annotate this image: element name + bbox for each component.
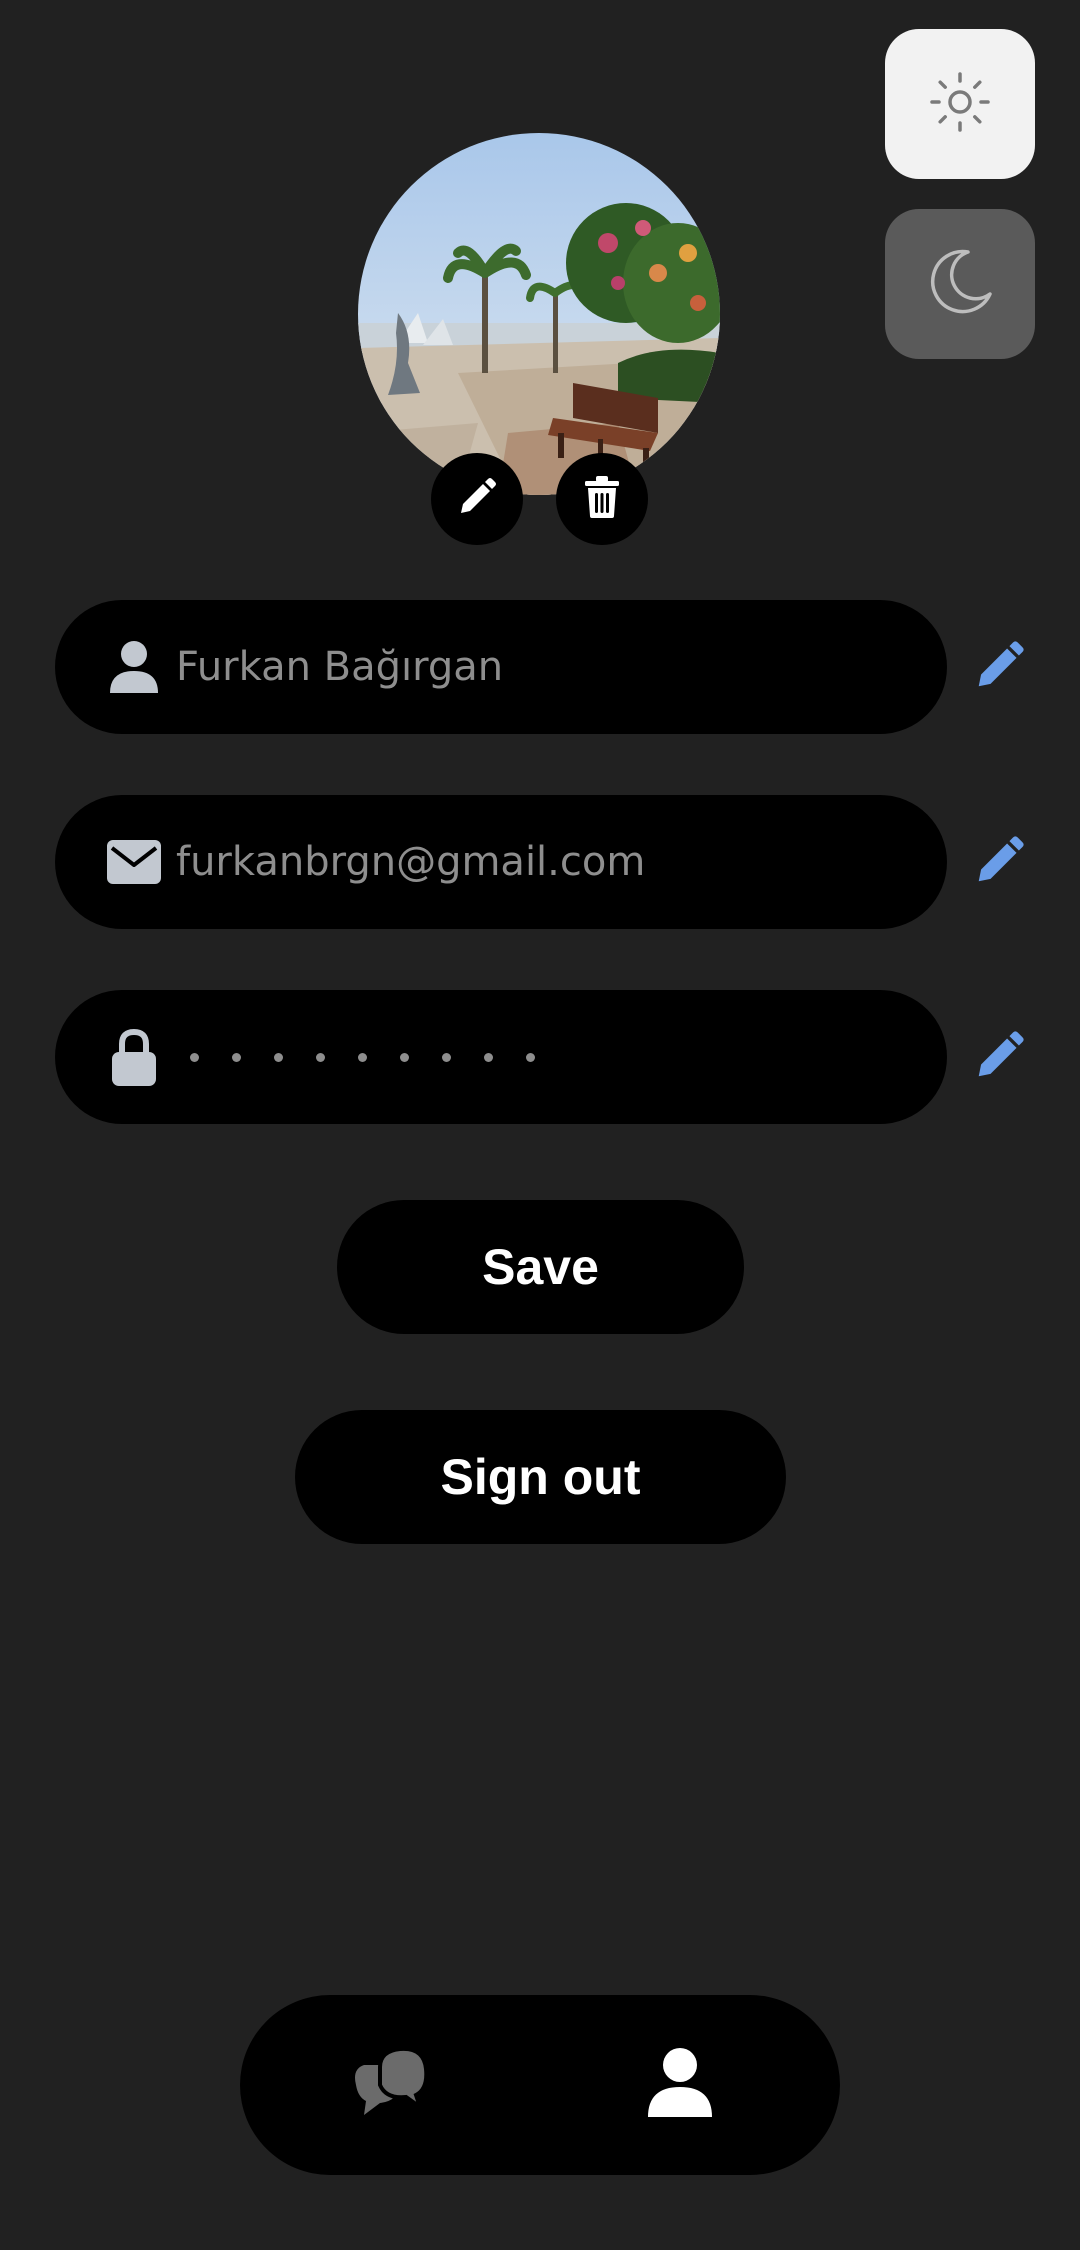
delete-photo-button[interactable] xyxy=(556,453,648,545)
name-field[interactable]: Furkan Bağırgan xyxy=(55,600,947,734)
password-dot xyxy=(316,1052,325,1062)
edit-name-button[interactable] xyxy=(972,639,1028,695)
nav-profile-tab[interactable] xyxy=(630,2035,730,2135)
pencil-icon xyxy=(974,1029,1026,1085)
password-dot xyxy=(484,1052,493,1062)
sign-out-button[interactable]: Sign out xyxy=(295,1410,786,1544)
password-field[interactable] xyxy=(55,990,947,1124)
profile-avatar xyxy=(358,133,720,495)
password-dot xyxy=(358,1052,367,1062)
password-dot xyxy=(274,1052,283,1062)
password-dot xyxy=(232,1052,241,1062)
password-mask xyxy=(190,990,535,1124)
chat-bubbles-icon xyxy=(350,2045,430,2125)
person-icon xyxy=(102,635,166,699)
envelope-icon xyxy=(102,830,166,894)
sun-icon xyxy=(928,70,992,138)
pencil-icon xyxy=(974,639,1026,695)
password-dot xyxy=(442,1052,451,1062)
password-dot xyxy=(400,1052,409,1062)
name-value: Furkan Bağırgan xyxy=(176,644,504,690)
light-theme-button[interactable] xyxy=(885,29,1035,179)
edit-email-button[interactable] xyxy=(972,834,1028,890)
trash-icon xyxy=(582,475,622,523)
moon-icon xyxy=(920,242,1000,326)
dark-theme-button[interactable] xyxy=(885,209,1035,359)
person-icon xyxy=(647,2047,713,2123)
pencil-icon xyxy=(974,834,1026,890)
save-button[interactable]: Save xyxy=(337,1200,744,1334)
edit-photo-button[interactable] xyxy=(431,453,523,545)
lock-icon xyxy=(102,1025,166,1089)
nav-chats-tab[interactable] xyxy=(340,2035,440,2135)
password-dot xyxy=(190,1052,199,1062)
email-value: furkanbrgn@gmail.com xyxy=(176,839,646,885)
pencil-icon xyxy=(455,475,499,523)
edit-password-button[interactable] xyxy=(972,1029,1028,1085)
bottom-navigation xyxy=(240,1995,840,2175)
password-dot xyxy=(526,1052,535,1062)
email-field[interactable]: furkanbrgn@gmail.com xyxy=(55,795,947,929)
